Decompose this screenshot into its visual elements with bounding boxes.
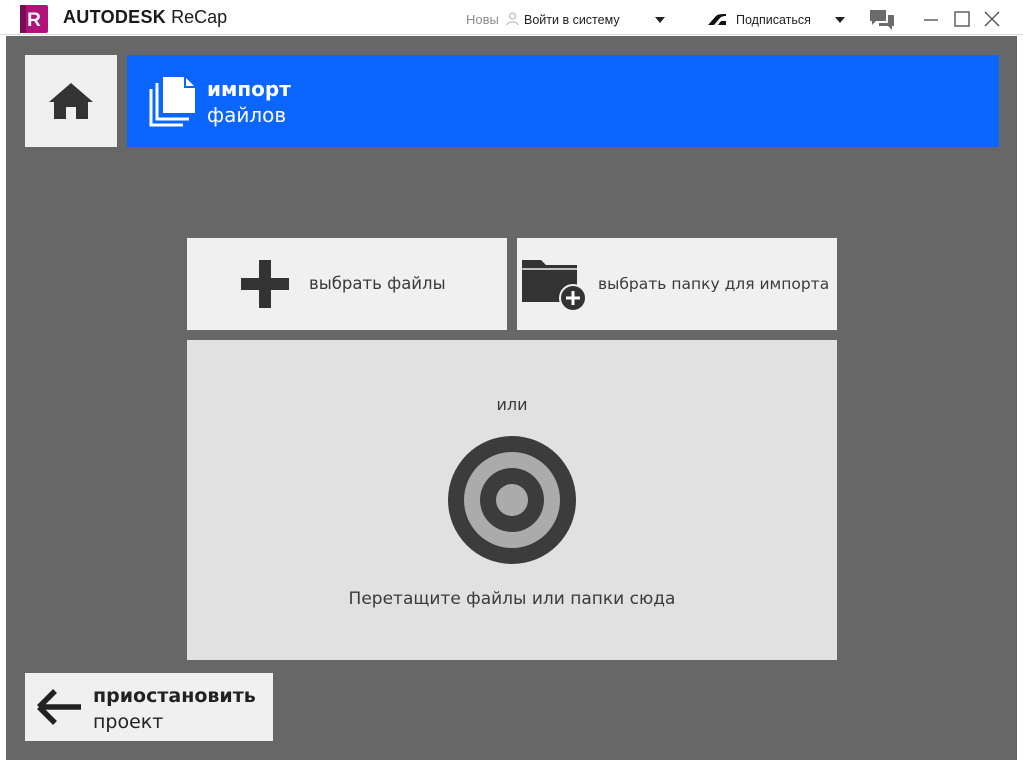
maximize-icon[interactable] bbox=[953, 10, 971, 28]
brand-name: AUTODESK bbox=[63, 7, 167, 27]
new-label[interactable]: Новы bbox=[466, 12, 499, 27]
plus-icon bbox=[241, 260, 289, 308]
page-header: импорт файлов bbox=[127, 55, 999, 147]
signin-button[interactable]: Войти в систему bbox=[524, 13, 620, 27]
recap-window: R AUTODESK ReCap Новы Войти в систему По… bbox=[0, 0, 1023, 764]
user-icon bbox=[506, 12, 519, 26]
product-name: ReCap bbox=[171, 7, 228, 27]
pause-project-line1: приостановить bbox=[93, 685, 256, 707]
page-title: импорт файлов bbox=[207, 76, 291, 128]
or-label: или bbox=[496, 395, 528, 414]
page-title-line1: импорт bbox=[207, 77, 291, 101]
page-title-line2: файлов bbox=[207, 103, 287, 127]
home-button[interactable] bbox=[25, 55, 117, 147]
subscribe-chevron-down-icon[interactable] bbox=[835, 17, 845, 23]
pause-project-line2: проект bbox=[93, 711, 164, 733]
pause-project-label: приостановить проект bbox=[93, 683, 256, 735]
home-icon bbox=[49, 83, 93, 119]
pause-project-button[interactable]: приостановить проект bbox=[25, 673, 273, 741]
main-area: импорт файлов выбрать файлы выбрать папк… bbox=[6, 36, 1017, 760]
signin-chevron-down-icon[interactable] bbox=[655, 17, 665, 23]
drop-hint: Перетащите файлы или папки сюда bbox=[348, 589, 676, 609]
drop-zone[interactable]: или Перетащите файлы или папки сюда bbox=[187, 340, 837, 660]
select-files-label: выбрать файлы bbox=[309, 274, 446, 293]
select-folder-label: выбрать папку для импорта bbox=[598, 275, 830, 293]
folder-add-icon bbox=[522, 260, 587, 312]
chat-icon[interactable] bbox=[869, 9, 895, 31]
subscribe-button[interactable]: Подписаться bbox=[736, 13, 811, 27]
subscribe-icon bbox=[708, 14, 726, 25]
logo-letter: R bbox=[27, 10, 41, 31]
target-icon bbox=[448, 436, 576, 564]
recap-logo-icon: R bbox=[20, 5, 48, 33]
title-bar: R AUTODESK ReCap Новы Войти в систему По… bbox=[0, 0, 1023, 35]
minimize-icon[interactable] bbox=[922, 10, 940, 28]
files-stack-icon bbox=[149, 77, 195, 127]
select-folder-button[interactable]: выбрать папку для импорта bbox=[517, 238, 837, 330]
arrow-left-icon bbox=[37, 689, 81, 725]
close-icon[interactable] bbox=[983, 10, 1001, 28]
app-title: AUTODESK ReCap bbox=[63, 7, 227, 28]
select-files-button[interactable]: выбрать файлы bbox=[187, 238, 507, 330]
